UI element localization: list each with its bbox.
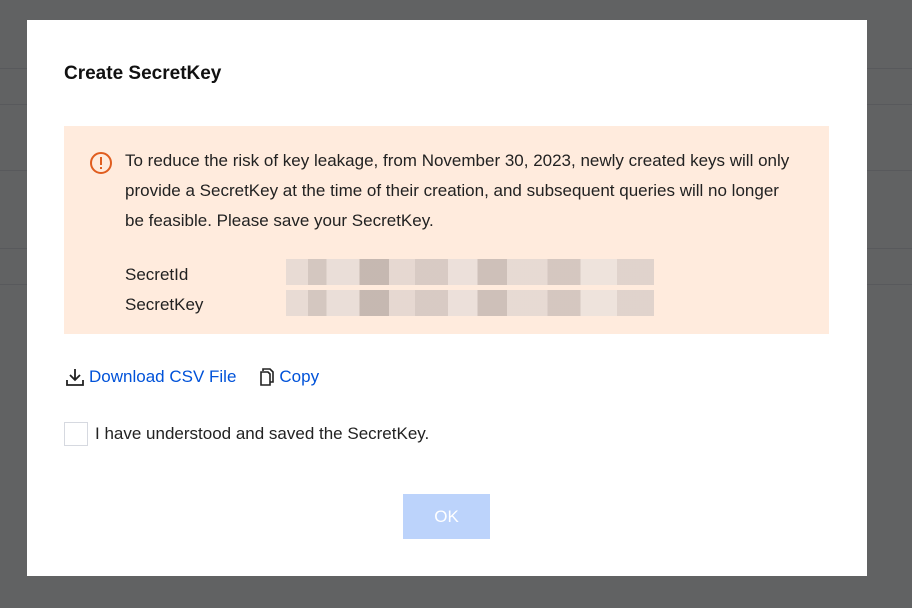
- copy-label: Copy: [279, 367, 320, 386]
- notice-text: To reduce the risk of key leakage, from …: [125, 151, 790, 230]
- confirm-label[interactable]: I have understood and saved the SecretKe…: [95, 424, 429, 444]
- secret-id-label: SecretId: [125, 265, 189, 284]
- secret-key-label: SecretKey: [125, 295, 204, 314]
- confirm-row: I have understood and saved the SecretKe…: [64, 422, 429, 446]
- download-csv-link[interactable]: Download CSV File: [64, 366, 236, 388]
- download-csv-label: Download CSV File: [89, 367, 237, 386]
- action-links: Download CSV File Copy: [64, 365, 319, 389]
- notice-box: To reduce the risk of key leakage, from …: [64, 126, 829, 334]
- copy-icon: [260, 368, 275, 386]
- create-secretkey-dialog: Create SecretKey To reduce the risk of k…: [27, 20, 867, 576]
- secret-id-value-redacted: [286, 259, 654, 285]
- dialog-title: Create SecretKey: [64, 63, 222, 84]
- ok-button[interactable]: OK: [403, 494, 490, 539]
- confirm-checkbox[interactable]: [64, 422, 88, 446]
- copy-link[interactable]: Copy: [258, 367, 319, 387]
- warning-circle-icon: [89, 151, 113, 175]
- download-icon: [66, 369, 84, 386]
- secret-key-value-redacted: [286, 290, 654, 316]
